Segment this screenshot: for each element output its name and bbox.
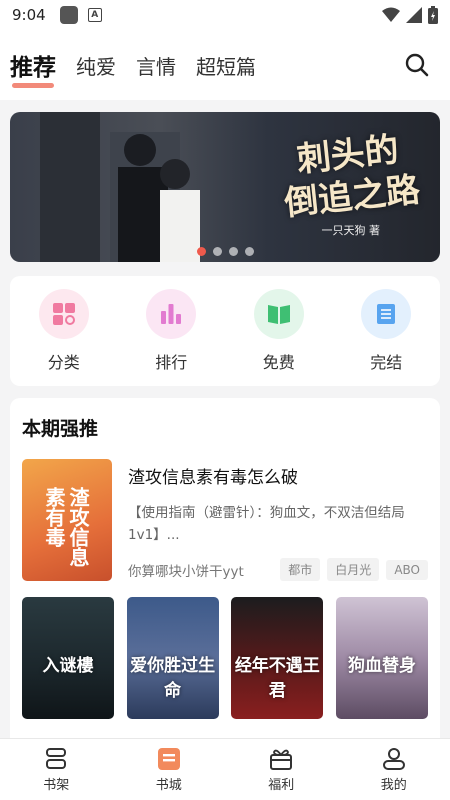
nav-profile[interactable]: 我的 <box>359 747 429 793</box>
tab-short[interactable]: 超短篇 <box>196 51 256 80</box>
battery-icon <box>428 6 438 24</box>
banner-author: 一只天狗 著 <box>321 224 381 237</box>
book-title[interactable]: 渣攻信息素有毒怎么破 <box>128 463 428 488</box>
carousel-indicator <box>10 247 440 256</box>
category-icon <box>38 289 89 339</box>
carousel-dot[interactable] <box>196 247 206 256</box>
shortcut-label: 免费 <box>262 353 295 372</box>
shortcut-label: 分类 <box>47 353 80 372</box>
nav-welfare[interactable]: 福利 <box>246 747 316 793</box>
shortcut-finished[interactable]: 完结 <box>346 289 426 373</box>
cover-title: 爱你胜过生命 <box>130 656 216 701</box>
nav-bookshelf[interactable]: 书架 <box>21 747 91 793</box>
profile-icon <box>382 747 405 770</box>
banner-title: 刺头的 倒追之路 <box>282 129 422 224</box>
carousel-dot[interactable] <box>228 247 238 256</box>
tab-danmei[interactable]: 纯爱 <box>76 51 116 80</box>
nav-label: 我的 <box>380 777 407 793</box>
nav-label: 书城 <box>155 777 182 793</box>
gift-icon <box>270 749 293 770</box>
tag[interactable]: 白月光 <box>327 558 380 581</box>
wifi-icon <box>382 7 400 22</box>
tab-recommend[interactable]: 推荐 <box>10 48 56 88</box>
book-description: 【使用指南（避雷针）：狗血文，不双洁但结局1v1】... <box>128 505 405 543</box>
tag[interactable]: 都市 <box>280 558 321 581</box>
cover-title: 渣攻信息素有毒 <box>42 487 90 567</box>
tab-romance[interactable]: 言情 <box>136 51 176 80</box>
banner-carousel[interactable]: 刺头的 倒追之路 一只天狗 著 <box>10 112 440 262</box>
tag[interactable]: ABO <box>386 559 428 580</box>
recommend-section: 本期强推 渣攻信息素有毒 渣攻信息素有毒怎么破 【使用指南（避雷针）：狗血文，不… <box>10 398 440 756</box>
nav-bookstore[interactable]: 书城 <box>134 747 204 793</box>
cover-title: 狗血替身 <box>347 656 416 676</box>
notification-icon <box>59 6 78 24</box>
book-item[interactable]: 经年不遇王君 经年不遇王 <box>231 597 324 757</box>
search-icon[interactable] <box>404 52 430 78</box>
book-item[interactable]: 入谜樓 入谜樓 <box>22 597 114 757</box>
app-notification-icon: A <box>87 8 102 22</box>
shortcut-label: 完结 <box>370 353 403 372</box>
banner-illustration <box>40 112 200 262</box>
shortcut-ranking[interactable]: 排行 <box>131 289 211 373</box>
book-cover[interactable]: 入谜樓 <box>22 597 114 719</box>
shortcut-category[interactable]: 分类 <box>24 289 104 373</box>
finished-book-icon <box>361 289 412 339</box>
status-time: 9:04 <box>12 6 46 24</box>
cover-title: 入谜樓 <box>42 656 94 676</box>
book-author: 你算哪块小饼干yyt <box>128 563 244 580</box>
ranking-icon <box>146 289 197 339</box>
book-item[interactable]: 爱你胜过生命 爱你胜过生 <box>126 597 219 757</box>
book-item[interactable]: 狗血替身 一篇狗血替 <box>335 597 428 757</box>
book-cover[interactable]: 经年不遇王君 <box>231 597 324 719</box>
carousel-dot[interactable] <box>212 247 222 256</box>
shortcut-free[interactable]: 免费 <box>239 289 319 373</box>
book-cover[interactable]: 狗血替身 <box>335 597 428 719</box>
category-shortcuts: 分类 排行 免费 完结 <box>10 276 440 386</box>
featured-book[interactable]: 渣攻信息素有毒 渣攻信息素有毒怎么破 【使用指南（避雷针）：狗血文，不双洁但结局… <box>22 459 428 581</box>
nav-label: 书架 <box>43 777 70 793</box>
signal-icon <box>406 7 422 23</box>
book-cover[interactable]: 爱你胜过生命 <box>126 597 219 719</box>
free-book-icon <box>253 289 304 339</box>
bookstore-icon <box>157 747 180 770</box>
bookshelf-icon <box>46 747 67 769</box>
bottom-nav: 书架 书城 福利 我的 <box>0 738 450 800</box>
cover-title: 经年不遇王君 <box>234 656 320 701</box>
book-grid: 入谜樓 入谜樓 爱你胜过生命 爱你胜过生 经年不遇王君 经年不遇王 狗血替身 <box>22 597 428 757</box>
nav-label: 福利 <box>268 777 295 793</box>
section-title: 本期强推 <box>22 418 99 440</box>
status-bar: 9:04 A <box>0 0 450 30</box>
shortcut-label: 排行 <box>155 353 188 372</box>
top-tabs: 推荐 纯爱 言情 超短篇 <box>0 30 450 100</box>
carousel-dot[interactable] <box>244 247 254 256</box>
book-cover[interactable]: 渣攻信息素有毒 <box>22 459 112 581</box>
